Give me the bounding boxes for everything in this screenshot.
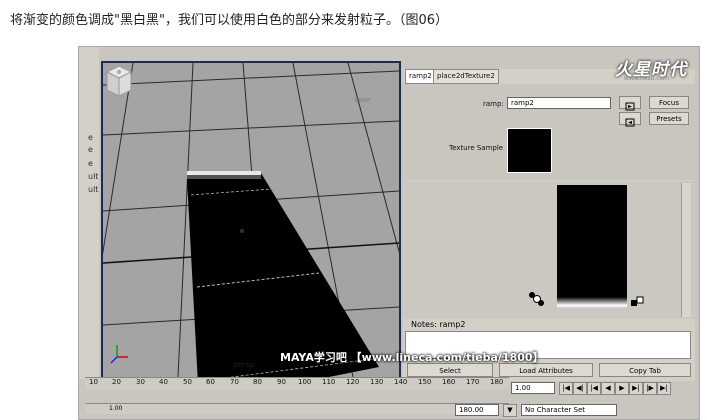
- ramp-position-handle-icon[interactable]: [629, 295, 647, 309]
- time-tick: 60: [206, 378, 215, 386]
- tab-ramp2[interactable]: ramp2: [405, 69, 436, 84]
- left-strip-label: e: [88, 159, 93, 168]
- ramp-name-field[interactable]: ramp2: [507, 97, 611, 109]
- prev-key-icon[interactable]: |◀: [587, 382, 601, 395]
- ramp-label: ramp:: [483, 100, 504, 108]
- attribute-area: ramp: ramp2 Focus Presets Texture Sample: [403, 84, 695, 180]
- range-slider[interactable]: 1.00: [85, 403, 509, 414]
- notes-label: Notes: ramp2: [403, 319, 695, 331]
- color-entry-handle-icon[interactable]: [527, 291, 549, 307]
- time-tick: 40: [159, 378, 168, 386]
- step-back-icon[interactable]: ◀|: [573, 382, 587, 395]
- time-tick: 10: [89, 378, 98, 386]
- time-tick: 160: [442, 378, 456, 386]
- watermark: MAYA学习吧 【www.lineca.com/tieba/1800】: [280, 351, 544, 364]
- texture-sample-label: Texture Sample: [449, 144, 504, 152]
- attribute-editor: ramp2 place2dTexture2 火星时代 www.hxsd.com …: [403, 60, 695, 381]
- presets-button[interactable]: Presets: [649, 112, 689, 125]
- time-tick: 170: [466, 378, 480, 386]
- load-attributes-button[interactable]: Load Attributes: [499, 363, 593, 377]
- next-key-icon[interactable]: ▶|: [629, 382, 643, 395]
- time-tick: 70: [230, 378, 239, 386]
- time-tick: 140: [394, 378, 408, 386]
- time-tick: 80: [253, 378, 262, 386]
- time-tick: 130: [370, 378, 384, 386]
- time-tick: 180: [490, 378, 504, 386]
- caption-text: 将渐变的颜色调成"黑白黑"，我们可以使用白色的部分来发射粒子。（图06）: [10, 13, 449, 28]
- time-tick: 90: [277, 378, 286, 386]
- left-strip-label: ult: [88, 172, 99, 181]
- playback-controls: 1.00 |◀ ◀| |◀ ◀ ▶ ▶| |▶ ▶| 180.00 ▼ No C…: [455, 382, 699, 419]
- camera-label: persp: [233, 361, 255, 369]
- go-to-start-icon[interactable]: |◀: [559, 382, 573, 395]
- time-tick: 100: [298, 378, 312, 386]
- texture-sample-swatch: [507, 128, 552, 173]
- copy-tab-button[interactable]: Copy Tab: [599, 363, 691, 377]
- play-backward-icon[interactable]: ◀: [601, 382, 615, 395]
- time-tick: 20: [112, 378, 121, 386]
- range-start-value: 1.00: [109, 405, 123, 412]
- time-tick: 150: [418, 378, 432, 386]
- viewport-scene: [103, 63, 399, 377]
- play-forward-icon[interactable]: ▶: [615, 382, 629, 395]
- ramp-gradient[interactable]: [557, 185, 627, 309]
- output-connection-icon[interactable]: [619, 112, 641, 127]
- tab-place2dtexture2[interactable]: place2dTexture2: [433, 69, 499, 84]
- step-forward-icon[interactable]: |▶: [643, 382, 657, 395]
- range-end-field[interactable]: 180.00: [455, 404, 499, 416]
- view-cube-icon[interactable]: [103, 63, 135, 99]
- left-strip-label: e: [88, 145, 93, 154]
- logo-url: www.hxsd.com: [623, 75, 669, 82]
- time-tick: 120: [346, 378, 360, 386]
- ramp-gradient-white-band: [557, 297, 627, 309]
- view-cube-label: RIGHT: [355, 98, 371, 104]
- ramp-scrollbar[interactable]: [681, 183, 691, 317]
- left-strip: e e e ult ult: [79, 47, 99, 379]
- focus-button[interactable]: Focus: [649, 96, 689, 109]
- time-tick: 110: [322, 378, 336, 386]
- select-button[interactable]: Select: [407, 363, 493, 377]
- go-to-end-icon[interactable]: ▶|: [657, 382, 671, 395]
- perspective-viewport[interactable]: RIGHT persp: [101, 61, 401, 379]
- time-tick: 30: [136, 378, 145, 386]
- character-set-field[interactable]: No Character Set: [521, 404, 617, 416]
- ramp-area: [403, 181, 695, 319]
- time-slider[interactable]: 10 20 30 40 50 60 70 80 90 100 110 120 1…: [85, 377, 509, 390]
- left-strip-label: e: [88, 133, 93, 142]
- time-tick: 50: [183, 378, 192, 386]
- current-frame-field[interactable]: 1.00: [511, 382, 555, 394]
- range-dropdown-icon[interactable]: ▼: [503, 404, 517, 417]
- left-strip-label: ult: [88, 185, 99, 194]
- input-connection-icon[interactable]: [619, 96, 641, 111]
